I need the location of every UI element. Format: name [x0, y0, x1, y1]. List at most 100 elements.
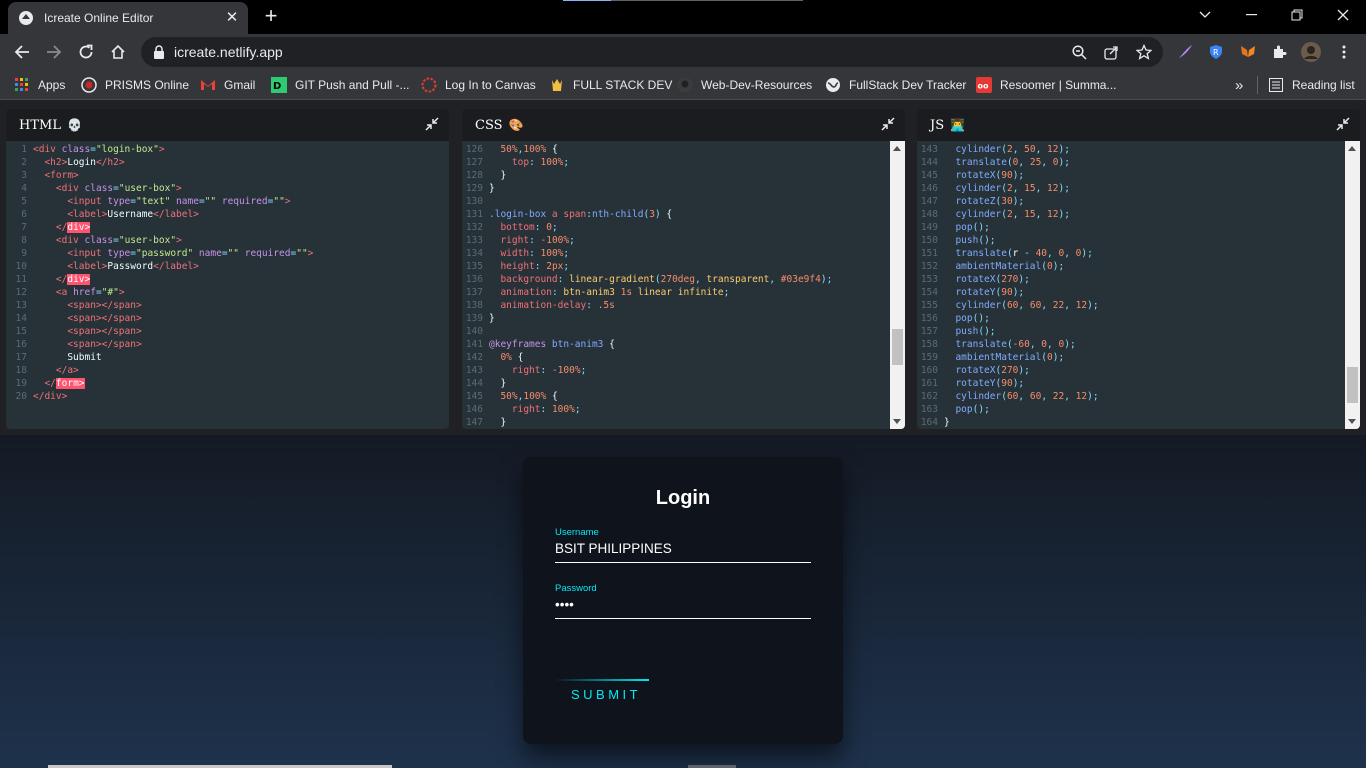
code-token: } [489, 417, 507, 428]
code-token: form> [55, 378, 85, 389]
profile-avatar-icon[interactable] [1301, 42, 1321, 62]
html-panel-header: HTML 💀 [6, 109, 449, 141]
code-line: 137 animation: btn-anim3 1s linear infin… [462, 286, 905, 299]
url-text[interactable]: icreate.netlify.app [174, 44, 283, 60]
tab-close-icon[interactable]: ✕ [224, 10, 240, 26]
back-arrow-icon [14, 45, 29, 59]
reload-button[interactable] [74, 40, 98, 64]
code-token: } [489, 378, 507, 389]
code-line: 162 cylinder(60, 60, 22, 12); [917, 390, 1360, 403]
address-bar[interactable]: icreate.netlify.app [141, 37, 1163, 67]
bookmark-canvas[interactable]: Log In to Canvas [421, 76, 536, 94]
browser-tab[interactable]: Icreate Online Editor ✕ [8, 2, 248, 34]
js-code-editor[interactable]: 143 cylinder(2, 50, 12); 144 translate(0,… [917, 141, 1360, 429]
code-token: , [769, 274, 781, 285]
share-icon[interactable] [1102, 43, 1120, 61]
collapse-icon[interactable] [425, 117, 439, 131]
quill-extension-icon[interactable] [1175, 42, 1195, 62]
editor-scrollbar[interactable] [890, 141, 905, 429]
password-user-box[interactable]: Password •••• [555, 583, 811, 619]
code-line: 126 50%,100% { [462, 143, 905, 156]
code-token: href [73, 287, 96, 298]
scroll-thumb[interactable] [1347, 366, 1358, 403]
scroll-up-arrow-icon[interactable] [893, 146, 901, 151]
globe-icon [825, 77, 841, 93]
bookmark-web-dev-resources[interactable]: Web-Dev-Resources [677, 76, 812, 94]
bookmark-git[interactable]: D GIT Push and Pull -... [271, 76, 410, 94]
line-number: 142 [465, 352, 483, 363]
scroll-thumb[interactable] [892, 329, 903, 366]
code-token: <span></span> [67, 300, 142, 311]
code-token: ); [1018, 365, 1030, 376]
collapse-icon[interactable] [1336, 117, 1350, 131]
home-button[interactable] [106, 40, 130, 64]
restore-button[interactable] [1274, 0, 1320, 30]
shield-extension-icon[interactable]: R [1206, 42, 1226, 62]
svg-text:D: D [273, 81, 281, 92]
editor-scrollbar[interactable] [1345, 141, 1360, 429]
code-token: 100% [551, 404, 575, 415]
line-number: 12 [15, 287, 27, 298]
code-token: 270deg [660, 274, 695, 285]
code-token: ; [723, 287, 730, 298]
scroll-down-arrow-icon[interactable] [893, 419, 901, 424]
code-lines: 126 50%,100% {127 top: 100%; 128 } 129} 130… [462, 143, 905, 429]
username-input[interactable]: BSIT PHILIPPINES [555, 541, 811, 563]
code-line: 141 @keyframes btn-anim3 { [462, 338, 905, 351]
code-token: , [1018, 391, 1030, 402]
code-token: , [1041, 300, 1053, 311]
back-button[interactable] [10, 40, 34, 64]
code-token: Password [107, 261, 154, 272]
password-input[interactable]: •••• [555, 597, 811, 619]
zoom-icon[interactable] [1070, 43, 1088, 61]
scroll-down-arrow-icon[interactable] [1348, 419, 1356, 424]
code-line: 130 [462, 195, 905, 208]
minimize-button[interactable] [1228, 0, 1274, 30]
line-number: 145 [920, 170, 938, 181]
line-number: 155 [920, 300, 938, 311]
metamask-fox-icon[interactable] [1238, 42, 1258, 62]
code-token: background [500, 274, 558, 285]
code-token: <input [67, 248, 108, 259]
scroll-up-arrow-icon[interactable] [1348, 146, 1356, 151]
bookmark-resoomer[interactable]: oo Resoomer | Summa... [976, 76, 1116, 94]
css-code-editor[interactable]: 126 50%,100% {127 top: 100%; 128 } 129} 130… [462, 141, 905, 429]
close-window-button[interactable] [1320, 0, 1366, 30]
line-number: 144 [920, 157, 938, 168]
submit-button[interactable]: SUBMIT [555, 679, 649, 707]
html-code-editor[interactable]: 1 <div class="login-box"> 2 <h2>Login</h2>… [6, 141, 449, 429]
reading-list-button[interactable]: Reading list [1257, 76, 1355, 94]
username-user-box[interactable]: Username BSIT PHILIPPINES [555, 527, 811, 563]
bookmark-fullstack-dev[interactable]: FULL STACK DEV [549, 76, 672, 94]
code-token: cylinder [955, 300, 1002, 311]
bookmark-fullstack-tracker[interactable]: FullStack Dev Tracker [825, 76, 966, 94]
line-number: 146 [465, 404, 483, 415]
reading-list-icon [1268, 77, 1284, 93]
collapse-icon[interactable] [881, 117, 895, 131]
new-tab-button[interactable]: + [260, 5, 282, 28]
browser-menu-icon[interactable] [1334, 42, 1354, 62]
code-token: pop [955, 313, 973, 324]
extensions-puzzle-icon[interactable] [1269, 42, 1289, 62]
code-token: ambientMaterial [955, 261, 1042, 272]
bookmark-gmail[interactable]: Gmail [200, 76, 255, 94]
code-token: , [1064, 300, 1076, 311]
forward-button[interactable] [42, 40, 66, 64]
bookmark-star-icon[interactable] [1135, 43, 1153, 61]
code-line: 6 <label>Username</label> [6, 208, 449, 221]
code-token: translate [955, 339, 1007, 350]
more-bookmarks-button[interactable]: » [1235, 76, 1243, 94]
lock-icon[interactable] [153, 45, 165, 59]
code-token: { [603, 339, 615, 350]
tab-search-icon[interactable] [1182, 0, 1228, 30]
line-number: 7 [21, 222, 27, 233]
bookmark-apps[interactable]: Apps [14, 76, 65, 94]
code-token: class [84, 235, 114, 246]
code-token: Username [107, 209, 154, 220]
bookmark-prisms[interactable]: PRISMS Online [81, 76, 189, 94]
code-token: ) [654, 209, 667, 220]
